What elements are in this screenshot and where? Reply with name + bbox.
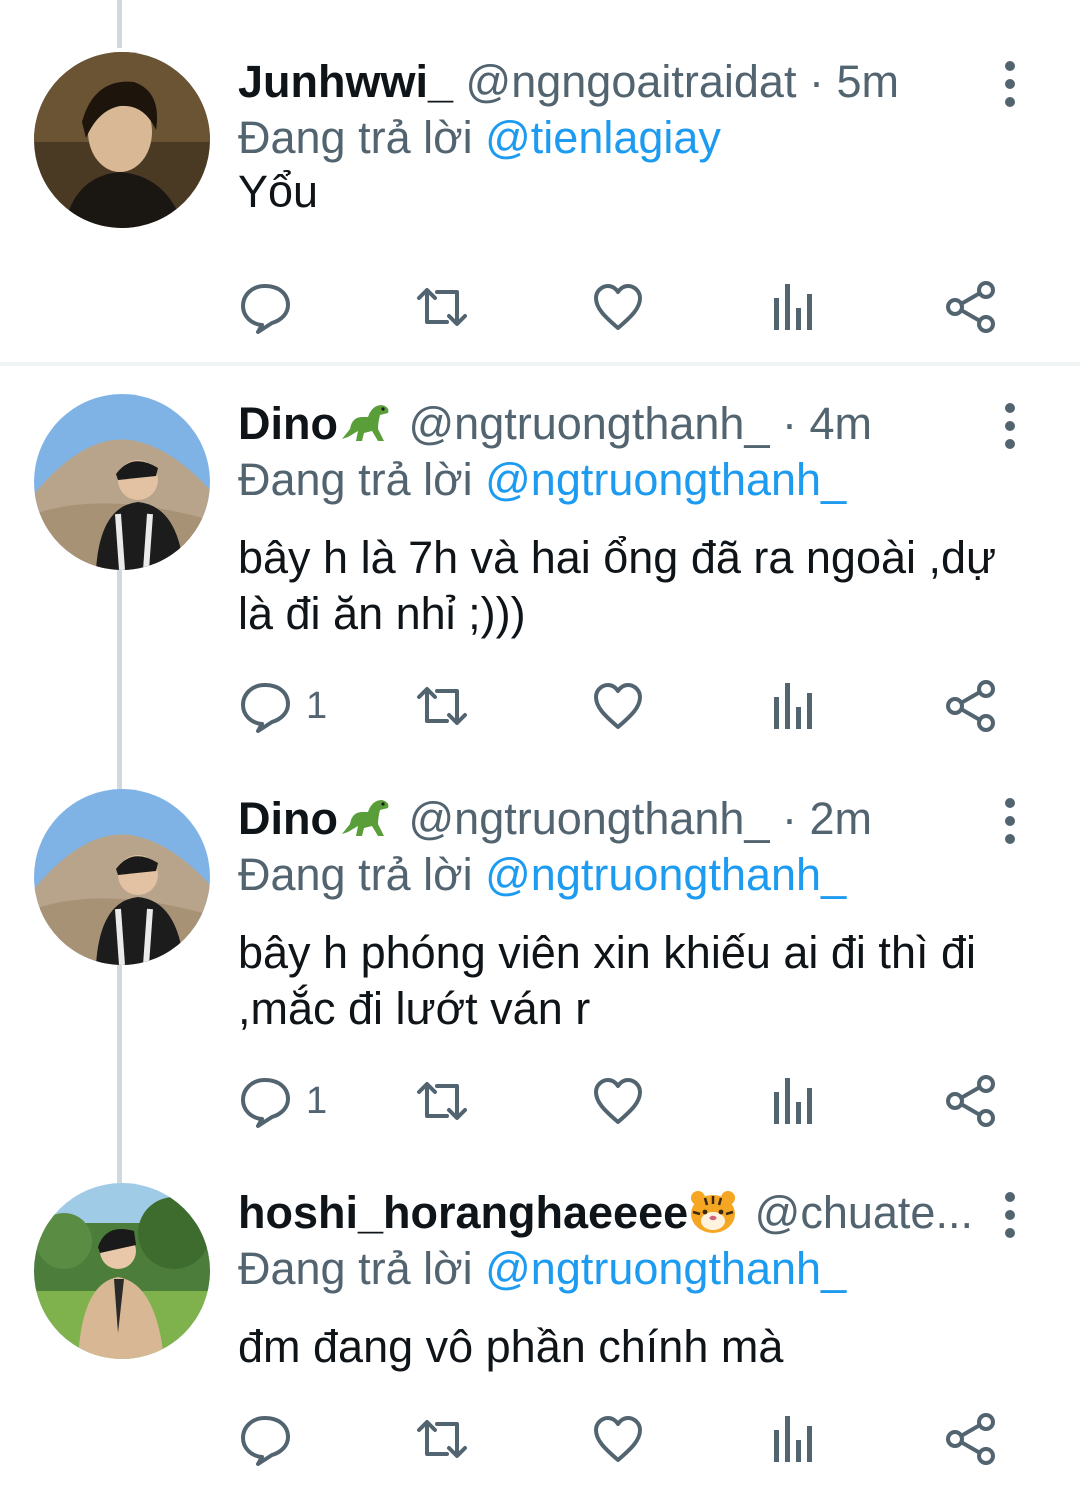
user-handle[interactable]: @chuate... — [755, 1187, 973, 1238]
tweet-header: Dino @ngtruongthanh_ · 4m — [238, 394, 973, 454]
user-handle[interactable]: @ngtruongthanh_ — [409, 398, 770, 449]
share-button[interactable] — [943, 1071, 997, 1131]
reply-button[interactable] — [238, 277, 306, 337]
retweet-icon — [417, 687, 467, 725]
reply-icon — [241, 1416, 290, 1466]
reply-icon — [241, 683, 290, 733]
retweet-button[interactable] — [413, 1409, 471, 1469]
separator-dot: · — [808, 56, 824, 107]
avatar[interactable] — [34, 52, 210, 228]
analytics-button[interactable] — [768, 676, 816, 736]
avatar[interactable] — [34, 394, 210, 570]
more-vertical-icon[interactable] — [990, 1187, 1030, 1243]
retweet-button[interactable] — [413, 1071, 471, 1131]
replying-to: Đang trả lời @ngtruongthanh_ — [238, 845, 846, 905]
tweet-3[interactable]: Dino @ngtruongthanh_ · 2m Đang trả lời @… — [0, 789, 1080, 1149]
heart-icon — [594, 1416, 642, 1462]
share-icon — [946, 281, 995, 333]
analytics-button[interactable] — [768, 1071, 816, 1131]
tweet-header: Dino @ngtruongthanh_ · 2m — [238, 789, 973, 849]
tweet-text: Yổu — [238, 166, 319, 217]
analytics-icon — [774, 1078, 812, 1124]
analytics-icon — [774, 683, 812, 729]
tweet-1[interactable]: Junhwwi_ @ngngoaitraidat · 5m Đang trả l… — [0, 52, 1080, 352]
heart-icon — [594, 1078, 642, 1124]
reply-count: 1 — [306, 1079, 328, 1122]
share-button[interactable] — [943, 676, 997, 736]
tweet-header: Junhwwi_ @ngngoaitraidat · 5m — [238, 52, 973, 112]
reply-button[interactable] — [238, 1409, 306, 1469]
reply-button[interactable]: 1 — [238, 676, 327, 736]
more-vertical-icon[interactable] — [990, 398, 1030, 454]
display-name[interactable]: Dino — [238, 398, 338, 449]
share-button[interactable] — [943, 277, 997, 337]
timestamp[interactable]: 2m — [810, 793, 873, 844]
like-button[interactable] — [592, 1071, 644, 1131]
reply-mention[interactable]: @ngtruongthanh_ — [485, 454, 846, 505]
tweet-text: bây h phóng viên xin khiếu ai đi thì đi … — [238, 927, 976, 1034]
tweet-text: đm đang vô phần chính mà — [238, 1321, 784, 1372]
tweet-text: bây h là 7h và hai ổng đã ra ngoài ,dự l… — [238, 532, 997, 639]
display-name[interactable]: hoshi_horanghaeeee — [238, 1187, 688, 1238]
analytics-icon — [774, 1416, 812, 1462]
reply-mention[interactable]: @tienlagiay — [485, 112, 721, 163]
retweet-button[interactable] — [413, 676, 471, 736]
replying-label: Đang trả lời — [238, 1243, 473, 1294]
tweet-2[interactable]: Dino @ngtruongthanh_ · 4m Đang trả lời @… — [0, 394, 1080, 754]
reply-icon — [241, 284, 290, 334]
avatar[interactable] — [34, 789, 210, 965]
share-icon — [946, 680, 995, 732]
timestamp[interactable]: 5m — [837, 56, 900, 107]
analytics-button[interactable] — [768, 277, 816, 337]
action-bar — [238, 1409, 1008, 1469]
more-vertical-icon[interactable] — [990, 56, 1030, 112]
reply-icon — [241, 1078, 290, 1128]
reply-mention[interactable]: @ngtruongthanh_ — [485, 849, 846, 900]
separator-dot: · — [781, 398, 797, 449]
like-button[interactable] — [592, 277, 644, 337]
retweet-icon — [417, 288, 467, 326]
tweet-header: hoshi_horanghaeeee @chuate... — [238, 1183, 973, 1243]
timestamp[interactable]: 4m — [810, 398, 873, 449]
reply-button[interactable]: 1 — [238, 1071, 327, 1131]
display-name[interactable]: Junhwwi_ — [238, 56, 453, 107]
retweet-icon — [417, 1082, 467, 1120]
replying-to: Đang trả lời @tienlagiay — [238, 108, 721, 168]
replying-label: Đang trả lời — [238, 112, 473, 163]
separator-dot: · — [781, 793, 797, 844]
display-name[interactable]: Dino — [238, 793, 338, 844]
dinosaur-emoji-icon — [338, 794, 392, 849]
thread-line-top — [117, 0, 122, 48]
replying-to: Đang trả lời @ngtruongthanh_ — [238, 1239, 846, 1299]
tiger-face-emoji-icon — [688, 1188, 738, 1243]
avatar[interactable] — [34, 1183, 210, 1359]
replying-label: Đang trả lời — [238, 454, 473, 505]
more-vertical-icon[interactable] — [990, 793, 1030, 849]
user-handle[interactable]: @ngngoaitraidat — [466, 56, 797, 107]
user-handle[interactable]: @ngtruongthanh_ — [409, 793, 770, 844]
tweet-4[interactable]: hoshi_horanghaeeee @chuate... Đang trả l… — [0, 1183, 1080, 1483]
action-bar: 1 — [238, 1071, 1008, 1131]
reply-count: 1 — [306, 684, 328, 727]
heart-icon — [594, 683, 642, 729]
retweet-button[interactable] — [413, 277, 471, 337]
reply-mention[interactable]: @ngtruongthanh_ — [485, 1243, 846, 1294]
replying-to: Đang trả lời @ngtruongthanh_ — [238, 450, 846, 510]
share-button[interactable] — [943, 1409, 997, 1469]
dinosaur-emoji-icon — [338, 399, 392, 454]
like-button[interactable] — [592, 676, 644, 736]
like-button[interactable] — [592, 1409, 644, 1469]
analytics-button[interactable] — [768, 1409, 816, 1469]
retweet-icon — [417, 1420, 467, 1458]
action-bar — [238, 277, 1008, 337]
replying-label: Đang trả lời — [238, 849, 473, 900]
analytics-icon — [774, 284, 812, 330]
divider — [0, 362, 1080, 366]
action-bar: 1 — [238, 676, 1008, 736]
heart-icon — [594, 284, 642, 330]
share-icon — [946, 1075, 995, 1127]
share-icon — [946, 1413, 995, 1465]
